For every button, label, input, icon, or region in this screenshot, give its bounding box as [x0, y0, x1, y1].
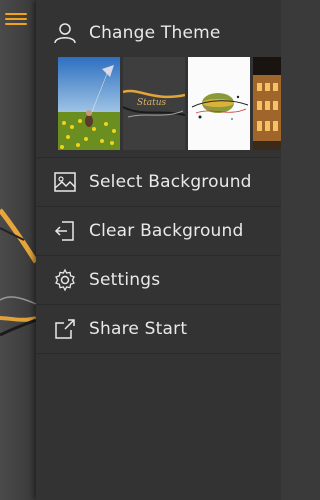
- divider: [36, 304, 281, 305]
- settings-item[interactable]: Settings: [36, 261, 281, 299]
- theme-thumb-colorful-sphere[interactable]: [188, 57, 250, 150]
- theme-thumb-kite-field[interactable]: [58, 57, 120, 150]
- theme-thumb-ribbon-script[interactable]: Status: [123, 57, 185, 150]
- divider: [36, 157, 281, 158]
- navigation-drawer: Change Theme Status Select Background Cl…: [36, 0, 281, 500]
- divider: [36, 206, 281, 207]
- user-icon: [53, 21, 77, 45]
- svg-text:Status: Status: [137, 98, 167, 108]
- clear-background-item[interactable]: Clear Background: [36, 212, 281, 250]
- select-background-label: Select Background: [89, 172, 252, 192]
- gear-icon: [53, 268, 77, 292]
- change-theme-item[interactable]: Change Theme: [36, 14, 281, 52]
- change-theme-label: Change Theme: [89, 23, 221, 43]
- settings-label: Settings: [89, 270, 161, 290]
- exit-icon: [53, 219, 77, 243]
- share-start-item[interactable]: Share Start: [36, 310, 281, 348]
- share-start-label: Share Start: [89, 319, 188, 339]
- hamburger-menu-icon[interactable]: [5, 10, 27, 28]
- share-icon: [53, 317, 77, 341]
- theme-thumb-colosseum[interactable]: [253, 57, 281, 150]
- app-screen: Change Theme Status Select Background Cl…: [0, 0, 281, 500]
- divider: [36, 353, 281, 354]
- home-background-peek: [0, 0, 36, 500]
- divider: [36, 255, 281, 256]
- select-background-item[interactable]: Select Background: [36, 163, 281, 201]
- ribbon-art: [0, 208, 36, 337]
- clear-background-label: Clear Background: [89, 221, 244, 241]
- theme-thumbnails: Status: [58, 57, 281, 150]
- image-icon: [53, 170, 77, 194]
